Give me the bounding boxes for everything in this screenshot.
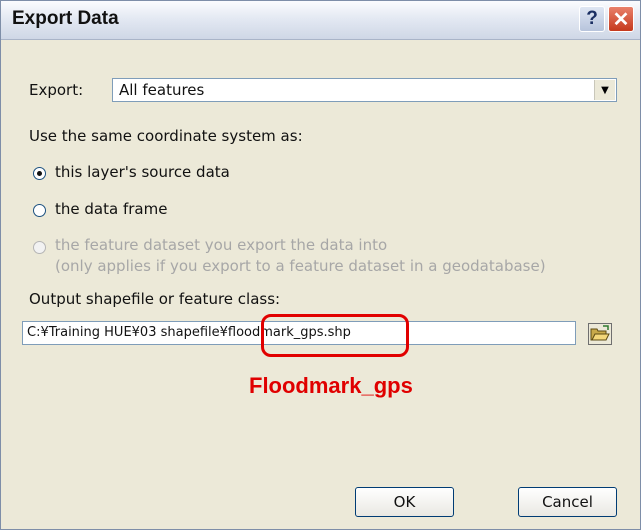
radio-data-frame-label[interactable]: the data frame [55,200,167,218]
open-folder-icon [588,323,612,345]
export-label: Export: [29,81,84,99]
export-data-dialog: Export Data ? ✕ Export: All features ▼ U… [0,0,641,530]
output-label: Output shapefile or feature class: [29,290,281,308]
cancel-button[interactable]: Cancel [518,487,617,517]
export-selected-value: All features [119,81,205,99]
coordinate-system-heading: Use the same coordinate system as: [29,127,303,145]
ok-button-label: OK [393,493,416,511]
help-button[interactable]: ? [579,6,605,32]
help-icon: ? [586,8,598,29]
annotation-label: Floodmark_gps [249,373,413,398]
browse-button[interactable] [586,321,614,347]
export-select[interactable]: All features ▼ [112,78,617,102]
radio-feature-dataset-note: (only applies if you export to a feature… [55,257,546,275]
ok-button[interactable]: OK [355,487,454,517]
dialog-title: Export Data [12,8,119,29]
title-bar[interactable]: Export Data ? ✕ [1,1,640,40]
radio-feature-dataset-label: the feature dataset you export the data … [55,236,388,254]
dropdown-arrow-icon[interactable]: ▼ [594,80,615,100]
cancel-button-label: Cancel [542,493,593,511]
radio-layer-source-data-label[interactable]: this layer's source data [55,163,230,181]
highlight-box [261,314,409,357]
radio-data-frame[interactable] [33,204,46,217]
radio-layer-source-data[interactable] [33,167,46,180]
close-button[interactable]: ✕ [608,6,634,32]
close-icon: ✕ [612,8,630,31]
radio-feature-dataset [33,241,46,254]
